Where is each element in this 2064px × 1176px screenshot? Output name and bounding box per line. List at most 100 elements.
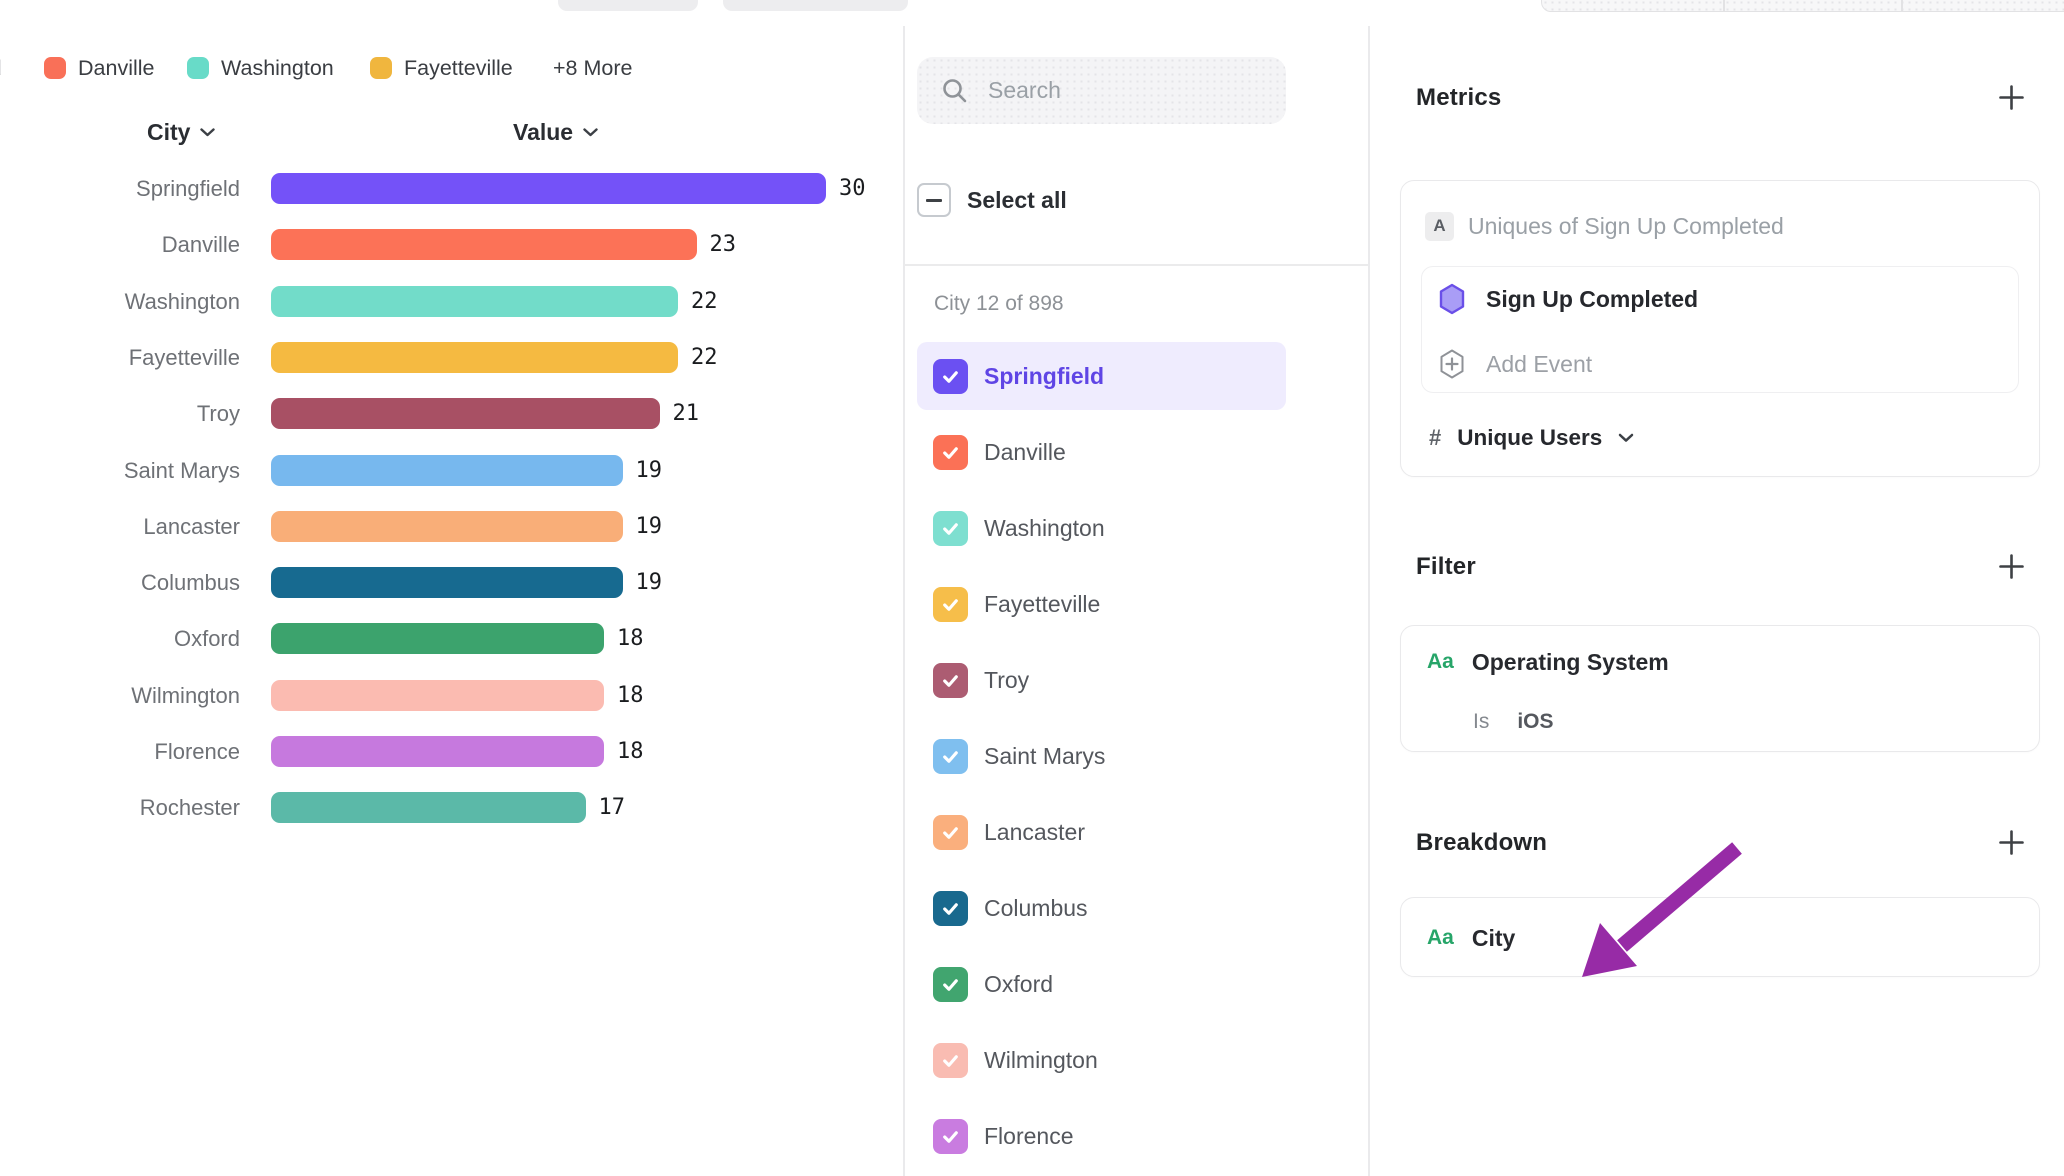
breakdown-property-row[interactable]: Aa City — [1427, 918, 1515, 958]
bar[interactable] — [271, 623, 604, 654]
select-all-row[interactable]: Select all — [917, 176, 1067, 224]
chart-row-springfield: Springfield30 — [0, 173, 903, 204]
check-icon — [940, 822, 961, 843]
bar-category-label: Saint Marys — [0, 455, 240, 486]
city-option-wilmington[interactable]: Wilmington — [917, 1026, 1286, 1094]
chevron-down-icon — [1618, 433, 1634, 443]
bar-category-label: Oxford — [0, 623, 240, 654]
chart-row-rochester: Rochester17 — [0, 792, 903, 823]
city-option-label: Springfield — [984, 363, 1104, 390]
bar[interactable] — [271, 286, 678, 317]
bar[interactable] — [271, 455, 623, 486]
add-event-label: Add Event — [1486, 351, 1592, 378]
chart-row-columbus: Columbus 19 — [0, 567, 903, 598]
filter-property-name: Operating System — [1472, 649, 1669, 676]
city-option-springfield[interactable]: Springfield — [917, 342, 1286, 410]
checkbox-checked[interactable] — [933, 967, 968, 1002]
chart-type-segmented-control[interactable] — [1541, 0, 2064, 12]
bar[interactable] — [271, 342, 678, 373]
bar[interactable] — [271, 229, 697, 260]
bar[interactable] — [271, 173, 826, 204]
bar-category-label: Danville — [0, 229, 240, 260]
filter-value[interactable]: iOS — [1517, 710, 1553, 734]
filter-property-row[interactable]: Aa Operating System — [1427, 642, 1669, 682]
breakdown-property-name: City — [1472, 925, 1515, 952]
city-option-fayetteville[interactable]: Fayetteville — [917, 570, 1286, 638]
bar-category-label: Columbus — [0, 567, 240, 598]
city-option-columbus[interactable]: Columbus — [917, 874, 1286, 942]
bar[interactable] — [271, 680, 604, 711]
city-option-label: Wilmington — [984, 1047, 1098, 1074]
analytics-dashboard: Springfield Danville Washington Fayettevill… — [0, 0, 2064, 1176]
check-icon — [940, 594, 961, 615]
checkbox-checked[interactable] — [933, 511, 968, 546]
check-icon — [940, 1050, 961, 1071]
city-option-washington[interactable]: Washington — [917, 494, 1286, 562]
bar-category-label: Springfield — [0, 173, 240, 204]
select-all-checkbox-indeterminate[interactable] — [917, 183, 951, 217]
check-icon — [940, 898, 961, 919]
checkbox-checked[interactable] — [933, 739, 968, 774]
bar-category-label: Florence — [0, 736, 240, 767]
filter-card: Aa Operating System Is iOS — [1400, 625, 2040, 752]
bar-chart: Springfield30 Danville 23 Washington22 Fayet… — [0, 0, 903, 1176]
chart-row-wilmington: Wilmington18 — [0, 680, 903, 711]
add-event-hexagon-icon — [1438, 348, 1466, 380]
bar-value-label: 18 — [617, 736, 644, 767]
string-type-icon: Aa — [1427, 650, 1454, 674]
number-type-icon: # — [1429, 425, 1441, 451]
event-row[interactable]: Sign Up Completed — [1438, 275, 1698, 323]
metric-title-row[interactable]: A Uniques of Sign Up Completed — [1425, 209, 1784, 243]
search-input[interactable] — [986, 76, 1240, 105]
bar[interactable] — [271, 511, 623, 542]
chart-row-oxford: Oxford 18 — [0, 623, 903, 654]
checkbox-checked[interactable] — [933, 663, 968, 698]
bar-category-label: Lancaster — [0, 511, 240, 542]
city-option-lancaster[interactable]: Lancaster — [917, 798, 1286, 866]
bar[interactable] — [271, 567, 623, 598]
plus-icon — [1998, 84, 2025, 111]
checkbox-checked[interactable] — [933, 587, 968, 622]
add-breakdown-button[interactable] — [1996, 827, 2026, 857]
chart-row-fayetteville: Fayetteville22 — [0, 342, 903, 373]
chart-row-troy: Troy21 — [0, 398, 903, 429]
filter-condition-row[interactable]: Is iOS — [1473, 706, 1554, 738]
bar-value-label: 23 — [710, 229, 737, 260]
measure-selector[interactable]: # Unique Users — [1429, 421, 1634, 455]
city-option-florence[interactable]: Florence — [917, 1102, 1286, 1170]
segment-divider — [1901, 0, 1903, 11]
search-icon — [941, 77, 968, 104]
bar-value-label: 18 — [617, 623, 644, 654]
city-option-troy[interactable]: Troy — [917, 646, 1286, 714]
check-icon — [940, 1126, 961, 1147]
city-option-danville[interactable]: Danville — [917, 418, 1286, 486]
city-option-oxford[interactable]: Oxford — [917, 950, 1286, 1018]
checkbox-checked[interactable] — [933, 359, 968, 394]
city-option-list: Springfield Danville Washington Fayettevill… — [903, 330, 1368, 1176]
city-option-saint-marys[interactable]: Saint Marys — [917, 722, 1286, 790]
bar[interactable] — [271, 792, 586, 823]
bar-value-label: 19 — [636, 511, 663, 542]
breakdown-section-title: Breakdown — [1416, 829, 1547, 857]
add-metric-button[interactable] — [1996, 82, 2026, 112]
checkbox-checked[interactable] — [933, 891, 968, 926]
bar-value-label: 19 — [636, 567, 663, 598]
checkbox-checked[interactable] — [933, 1119, 968, 1154]
add-event-row[interactable]: Add Event — [1438, 340, 1592, 388]
bar-category-label: Fayetteville — [0, 342, 240, 373]
city-option-label: Oxford — [984, 971, 1053, 998]
checkbox-checked[interactable] — [933, 1043, 968, 1078]
add-filter-button[interactable] — [1996, 551, 2026, 581]
bar[interactable] — [271, 398, 660, 429]
checkbox-checked[interactable] — [933, 435, 968, 470]
check-icon — [940, 366, 961, 387]
bar[interactable] — [271, 736, 604, 767]
checkbox-checked[interactable] — [933, 815, 968, 850]
filter-operator[interactable]: Is — [1473, 710, 1489, 734]
chart-row-washington: Washington22 — [0, 286, 903, 317]
city-option-label: Troy — [984, 667, 1029, 694]
divider — [904, 264, 1368, 266]
search-box[interactable] — [917, 57, 1286, 124]
city-option-label: Danville — [984, 439, 1066, 466]
metric-letter-badge: A — [1425, 212, 1454, 241]
